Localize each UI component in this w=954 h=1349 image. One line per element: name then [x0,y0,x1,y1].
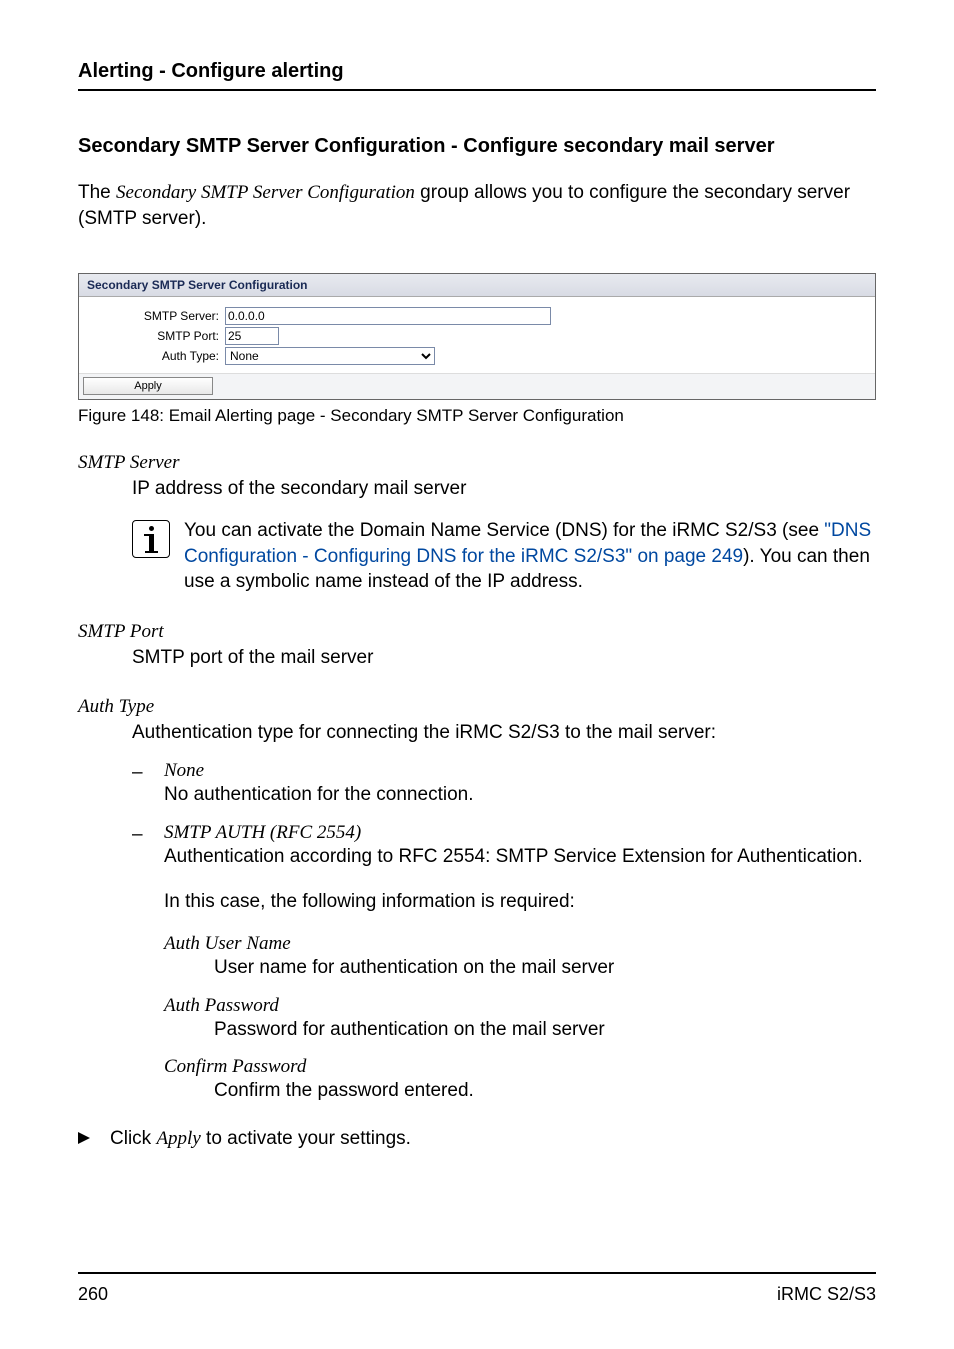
info-note: You can activate the Domain Name Service… [132,518,876,595]
smtp-port-input[interactable] [225,327,279,345]
section-intro: The Secondary SMTP Server Configuration … [78,180,876,231]
auth-smtpauth-term: SMTP AUTH (RFC 2554) [164,822,876,844]
figure: Secondary SMTP Server Configuration SMTP… [78,273,876,426]
auth-conf-term: Confirm Password [164,1056,876,1078]
figure-caption: Figure 148: Email Alerting page - Second… [78,406,876,426]
auth-pass-desc: Password for authentication on the mail … [214,1017,876,1043]
instruction-step: Click Apply to activate your settings. [78,1126,876,1152]
term-auth-type: Auth Type [78,696,876,718]
auth-smtpauth-desc: Authentication according to RFC 2554: SM… [164,844,876,870]
auth-option-none: – None No authentication for the connect… [132,760,876,808]
auth-user-term: Auth User Name [164,933,876,955]
dash-icon: – [132,760,146,808]
section-title: Secondary SMTP Server Configuration - Co… [78,135,876,158]
auth-none-desc: No authentication for the connection. [164,782,876,808]
triangle-bullet-icon [78,1126,94,1152]
auth-user-desc: User name for authentication on the mail… [214,955,876,981]
smtp-port-label: SMTP Port: [87,329,225,343]
info-text-a: You can activate the Domain Name Service… [184,520,824,541]
info-icon [132,520,170,558]
smtp-server-label: SMTP Server: [87,309,225,323]
product-name: iRMC S2/S3 [777,1284,876,1305]
panel-title: Secondary SMTP Server Configuration [79,274,875,297]
term-smtp-server: SMTP Server [78,452,876,474]
intro-pre: The [78,182,116,203]
auth-smtpauth-para: In this case, the following information … [164,889,876,915]
desc-auth-type: Authentication type for connecting the i… [132,720,876,746]
panel-footer: Apply [79,373,875,399]
dash-icon: – [132,822,146,1104]
desc-smtp-server: IP address of the secondary mail server [132,476,876,502]
step-pre: Click [110,1128,156,1149]
smtp-server-input[interactable] [225,307,551,325]
auth-none-term: None [164,760,876,782]
step-em: Apply [156,1128,200,1149]
smtp-config-panel: Secondary SMTP Server Configuration SMTP… [78,273,876,400]
running-header: Alerting - Configure alerting [78,60,876,91]
step-post: to activate your settings. [201,1128,411,1149]
auth-option-smtpauth: – SMTP AUTH (RFC 2554) Authentication ac… [132,822,876,1104]
auth-fields: Auth User Name User name for authenticat… [164,933,876,1104]
page-footer: 260 iRMC S2/S3 [78,1272,876,1305]
auth-type-select[interactable]: None [225,347,435,365]
page-number: 260 [78,1284,108,1305]
term-smtp-port: SMTP Port [78,621,876,643]
apply-button[interactable]: Apply [83,377,213,395]
panel-body: SMTP Server: SMTP Port: Auth Type: None [79,297,875,373]
auth-type-label: Auth Type: [87,349,225,363]
desc-smtp-port: SMTP port of the mail server [132,645,876,671]
auth-pass-term: Auth Password [164,995,876,1017]
intro-em: Secondary SMTP Server Configuration [116,182,415,203]
auth-type-options: – None No authentication for the connect… [132,760,876,1104]
auth-conf-desc: Confirm the password entered. [214,1078,876,1104]
